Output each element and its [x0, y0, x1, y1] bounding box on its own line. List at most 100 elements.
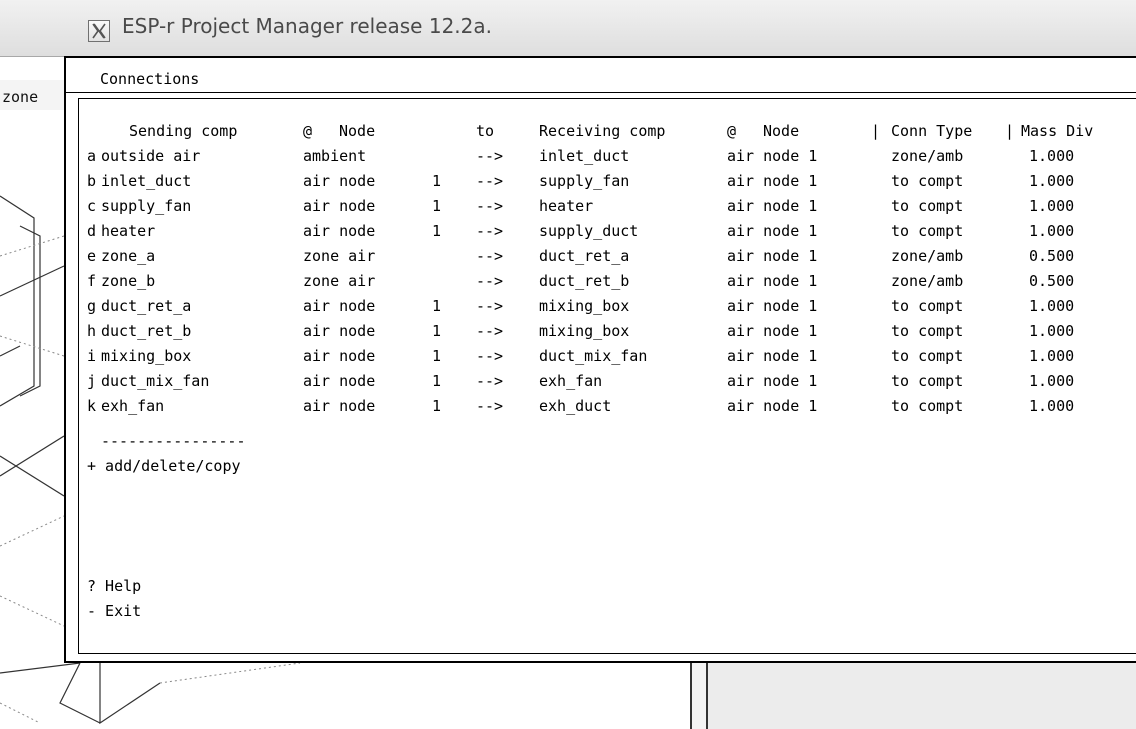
header-separator-1: |: [871, 122, 881, 140]
arrow: -->: [476, 322, 504, 340]
sending-comp: duct_ret_b: [101, 322, 192, 340]
header-mass-div: Mass Div: [1021, 122, 1094, 140]
sending-node-number: 1: [432, 397, 442, 415]
mass-div: 1.000: [1029, 297, 1075, 315]
row-key: j: [87, 372, 97, 390]
help-item[interactable]: ? Help: [79, 574, 1136, 598]
mass-div: 1.000: [1029, 197, 1075, 215]
receiving-comp: exh_fan: [539, 372, 603, 390]
sending-node: air node: [303, 172, 376, 190]
arrow: -->: [476, 197, 504, 215]
header-to: to: [476, 122, 495, 140]
sending-node: air node: [303, 197, 376, 215]
receiving-comp: supply_duct: [539, 222, 639, 240]
sending-comp: supply_fan: [101, 197, 192, 215]
receiving-comp: inlet_duct: [539, 147, 630, 165]
sending-node: air node: [303, 322, 376, 340]
x-window-icon: [88, 20, 110, 42]
background-splitter[interactable]: [690, 663, 708, 729]
arrow: -->: [476, 397, 504, 415]
receiving-comp: mixing_box: [539, 297, 630, 315]
sending-node: ambient: [303, 147, 367, 165]
conn-type: to compt: [891, 172, 964, 190]
mass-div: 1.000: [1029, 347, 1075, 365]
background-axes: [0, 663, 301, 725]
header-node-1: Node: [339, 122, 376, 140]
arrow: -->: [476, 297, 504, 315]
header-at-2: @: [727, 122, 737, 140]
receiving-node: air node 1: [727, 197, 818, 215]
connection-row-d[interactable]: d heater air node 1 --> supply_duct air …: [79, 219, 1136, 243]
receiving-node: air node 1: [727, 372, 818, 390]
mass-div: 1.000: [1029, 372, 1075, 390]
row-key: d: [87, 222, 97, 240]
receiving-node: air node 1: [727, 397, 818, 415]
connection-row-c[interactable]: c supply_fan air node 1 --> heater air n…: [79, 194, 1136, 218]
connections-list: Sending comp @ Node to Receiving comp @ …: [78, 98, 1136, 654]
exit-label: - Exit: [87, 602, 142, 620]
receiving-node: air node 1: [727, 247, 818, 265]
add-delete-copy-label: + add/delete/copy: [87, 457, 241, 475]
conn-type: zone/amb: [891, 272, 964, 290]
conn-type: to compt: [891, 297, 964, 315]
background-panel: [690, 663, 1136, 729]
row-key: a: [87, 147, 97, 165]
add-delete-copy-item[interactable]: + add/delete/copy: [79, 454, 1136, 478]
header-node-2: Node: [763, 122, 800, 140]
sending-comp: inlet_duct: [101, 172, 192, 190]
sending-node: zone air: [303, 272, 376, 290]
exit-item[interactable]: - Exit: [79, 599, 1136, 623]
receiving-node: air node 1: [727, 172, 818, 190]
conn-type: zone/amb: [891, 247, 964, 265]
dialog-title: Connections: [100, 70, 200, 88]
list-separator: ----------------: [79, 429, 1136, 453]
receiving-node: air node 1: [727, 222, 818, 240]
connection-row-h[interactable]: h duct_ret_b air node 1 --> mixing_box a…: [79, 319, 1136, 343]
sending-comp: zone_a: [101, 247, 156, 265]
dialog-header: Connections: [66, 58, 1136, 93]
sending-comp: outside air: [101, 147, 201, 165]
sending-node: air node: [303, 347, 376, 365]
arrow: -->: [476, 147, 504, 165]
mass-div: 0.500: [1029, 247, 1075, 265]
conn-type: to compt: [891, 347, 964, 365]
arrow: -->: [476, 347, 504, 365]
connection-row-j[interactable]: j duct_mix_fan air node 1 --> exh_fan ai…: [79, 369, 1136, 393]
receiving-comp: supply_fan: [539, 172, 630, 190]
row-key: f: [87, 272, 97, 290]
receiving-comp: heater: [539, 197, 594, 215]
connection-row-i[interactable]: i mixing_box air node 1 --> duct_mix_fan…: [79, 344, 1136, 368]
sending-comp: zone_b: [101, 272, 156, 290]
receiving-comp: exh_duct: [539, 397, 612, 415]
receiving-comp: mixing_box: [539, 322, 630, 340]
connection-row-k[interactable]: k exh_fan air node 1 --> exh_duct air no…: [79, 394, 1136, 418]
window-title-bar[interactable]: ESP-r Project Manager release 12.2a.: [0, 0, 1136, 57]
sending-node-number: 1: [432, 222, 442, 240]
sending-node-number: 1: [432, 372, 442, 390]
receiving-comp: duct_ret_a: [539, 247, 630, 265]
arrow: -->: [476, 247, 504, 265]
sending-comp: exh_fan: [101, 397, 165, 415]
connection-row-b[interactable]: b inlet_duct air node 1 --> supply_fan a…: [79, 169, 1136, 193]
mass-div: 1.000: [1029, 397, 1075, 415]
help-label: ? Help: [87, 577, 142, 595]
header-separator-2: |: [1005, 122, 1015, 140]
sending-comp: duct_ret_a: [101, 297, 192, 315]
receiving-node: air node 1: [727, 347, 818, 365]
conn-type: to compt: [891, 322, 964, 340]
header-conn-type: Conn Type: [891, 122, 973, 140]
sending-node-number: 1: [432, 172, 442, 190]
row-key: b: [87, 172, 97, 190]
connection-row-g[interactable]: g duct_ret_a air node 1 --> mixing_box a…: [79, 294, 1136, 318]
arrow: -->: [476, 372, 504, 390]
mass-div: 1.000: [1029, 172, 1075, 190]
mass-div: 1.000: [1029, 222, 1075, 240]
receiving-comp: duct_ret_b: [539, 272, 630, 290]
connection-row-f[interactable]: f zone_b zone air --> duct_ret_b air nod…: [79, 269, 1136, 293]
sending-comp: heater: [101, 222, 156, 240]
connection-row-a[interactable]: a outside air ambient --> inlet_duct air…: [79, 144, 1136, 168]
row-key: i: [87, 347, 97, 365]
row-key: e: [87, 247, 97, 265]
conn-type: to compt: [891, 397, 964, 415]
connection-row-e[interactable]: e zone_a zone air --> duct_ret_a air nod…: [79, 244, 1136, 268]
